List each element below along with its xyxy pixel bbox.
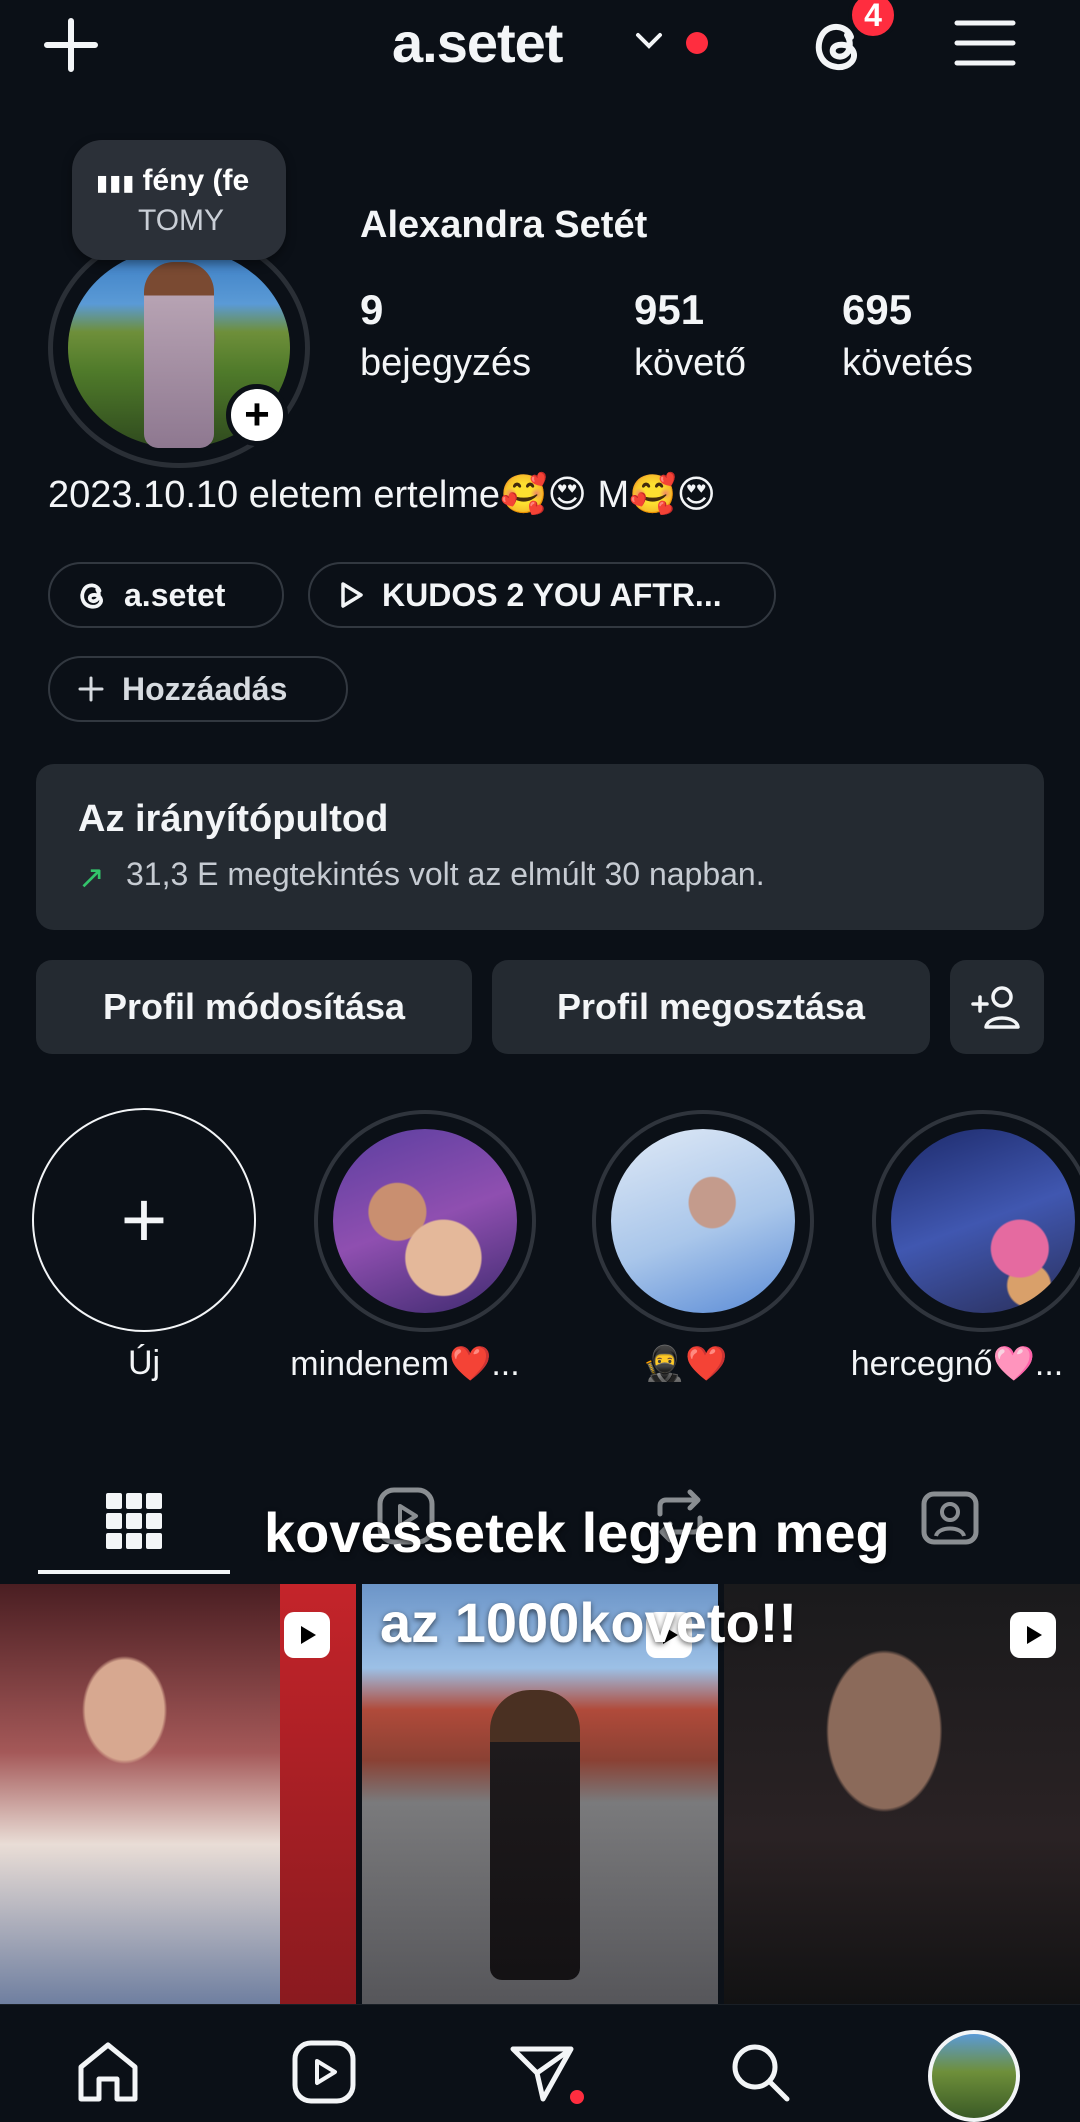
new-post-button[interactable] <box>36 10 106 80</box>
nav-reels[interactable] <box>282 2030 366 2114</box>
music-link-label: KUDOS 2 YOU AFTR... <box>382 576 722 613</box>
bio-text: 2023.10.10 eletem ertelme🥰😍 M🥰😍 <box>48 474 717 516</box>
hamburger-icon <box>954 20 1016 66</box>
tab-posts-grid[interactable] <box>38 1466 230 1576</box>
highlight-label: Új <box>127 1344 161 1382</box>
direct-icon <box>510 2046 574 2102</box>
overlay-caption-line: kovessetek legyen meg <box>264 1501 890 1564</box>
music-note-title: ▮▮▮ fény (fe <box>96 164 270 198</box>
edit-profile-button[interactable]: Profil módosítása <box>36 960 472 1054</box>
grid-post-figure <box>490 1690 580 1980</box>
add-link-chip[interactable]: Hozzáadás <box>48 656 348 722</box>
posts-count[interactable]: 9 <box>360 286 383 334</box>
profile-music-note[interactable] <box>72 140 286 260</box>
highlight-label: 🥷❤️ <box>642 1345 728 1383</box>
plus-icon: + <box>120 1175 168 1264</box>
display-name: Alexandra Setét <box>360 204 648 246</box>
unread-dot <box>686 32 708 54</box>
followers-count[interactable]: 951 <box>634 286 704 334</box>
plus-icon <box>78 676 104 702</box>
tagged-icon <box>921 1491 979 1545</box>
following-count[interactable]: 695 <box>842 286 912 334</box>
active-tab-indicator <box>38 1570 230 1574</box>
add-link-label: Hozzáadás <box>122 670 288 707</box>
posts-label[interactable]: bejegyzés <box>360 342 531 385</box>
tab-tagged[interactable] <box>900 1466 1000 1566</box>
home-icon <box>78 2042 138 2102</box>
followers-label[interactable]: követő <box>634 342 746 385</box>
plus-icon <box>44 18 98 72</box>
unread-dot <box>570 2090 584 2104</box>
threads-link-label: a.setet <box>124 576 226 613</box>
music-note-artist: TOMY <box>137 204 225 237</box>
sound-bars-icon: ▮▮▮ <box>96 170 143 195</box>
reels-icon <box>292 2040 356 2104</box>
highlight-label: mindenem❤️... <box>290 1345 520 1383</box>
share-profile-button[interactable]: Profil megosztása <box>492 960 930 1054</box>
grid-icon <box>106 1493 162 1549</box>
avatar-figure <box>144 262 214 448</box>
trend-up-icon: ↗ <box>78 859 105 895</box>
highlight-cover[interactable] <box>611 1129 795 1313</box>
dashboard-title: Az irányítópultod <box>78 798 389 840</box>
nav-profile-avatar[interactable] <box>928 2030 1020 2122</box>
following-label[interactable]: követés <box>842 342 973 385</box>
nav-search[interactable] <box>718 2030 802 2114</box>
reel-badge-icon <box>284 1612 330 1658</box>
highlight-label: hercegnő🩷... <box>850 1345 1064 1383</box>
chevron-down-icon[interactable] <box>632 24 666 58</box>
add-person-icon <box>971 986 1020 1029</box>
music-title-text: fény (fe <box>142 164 250 197</box>
play-icon <box>341 582 363 608</box>
dashboard-subtitle: 31,3 E megtekintés volt az elmúlt 30 nap… <box>126 856 765 892</box>
nav-home[interactable] <box>66 2030 150 2114</box>
threads-icon <box>80 583 103 609</box>
music-link-chip[interactable]: KUDOS 2 YOU AFTR... <box>308 562 776 628</box>
search-icon <box>732 2044 790 2102</box>
account-username[interactable]: a.setet <box>392 10 563 75</box>
professional-dashboard[interactable] <box>36 764 1044 930</box>
overlay-caption-line: az 1000koveto!! <box>380 1591 798 1654</box>
highlight-cover[interactable] <box>333 1129 517 1313</box>
reel-badge-icon <box>1010 1612 1056 1658</box>
threads-link-chip[interactable]: a.setet <box>48 562 284 628</box>
discover-people-button[interactable] <box>950 960 1044 1054</box>
add-story-button[interactable]: + <box>226 384 288 446</box>
menu-button[interactable] <box>950 8 1020 78</box>
highlight-cover[interactable] <box>891 1129 1075 1313</box>
